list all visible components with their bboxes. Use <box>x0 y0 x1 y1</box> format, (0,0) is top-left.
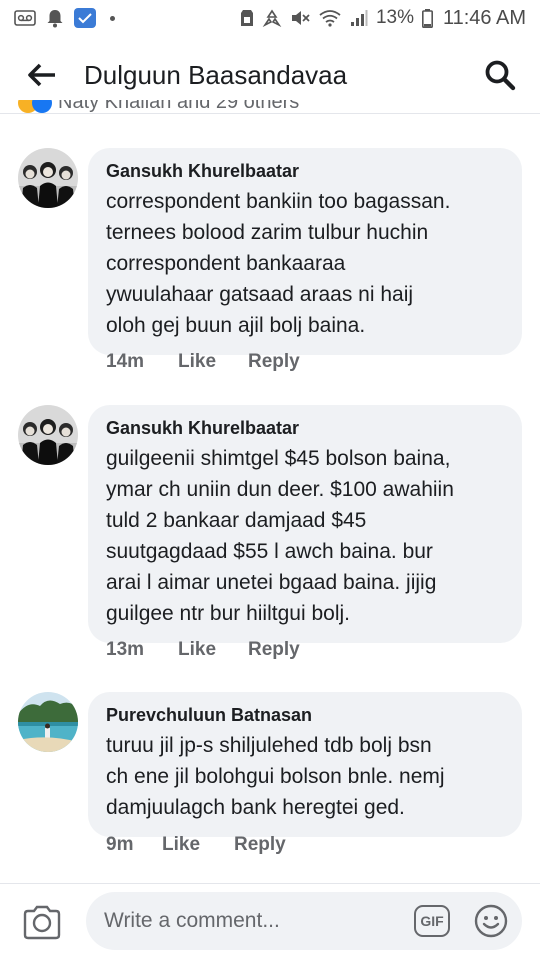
comment-text-line: ch ene jil bolohgui bolson bnle. nemj <box>106 765 445 788</box>
avatar[interactable] <box>18 405 78 465</box>
comment-text: turuu jil jp-s shiljulehed tdb bolj bsn … <box>106 730 504 823</box>
voicemail-icon <box>14 10 36 26</box>
comment-actions: 13m Like Reply <box>106 639 300 661</box>
comment-input[interactable] <box>86 892 522 950</box>
comment-text-line: guilgee ntr bur hiiltgui bolj. <box>106 602 350 625</box>
like-button[interactable]: Like <box>162 834 234 856</box>
comment-text-line: suutgagdaad $55 l awch baina. bur <box>106 540 433 563</box>
comment-text-line: tuld 2 bankaar damjaad $45 <box>106 509 367 532</box>
reply-button[interactable]: Reply <box>248 351 300 373</box>
comment-timestamp[interactable]: 14m <box>106 351 178 373</box>
reactions-summary-cut: Naty Khalian and 29 others <box>0 100 540 113</box>
comment-bubble[interactable]: Gansukh Khurelbaatar correspondent banki… <box>88 148 522 355</box>
comment-text-line: correspondent bankaaraa <box>106 252 346 275</box>
back-button[interactable] <box>24 57 60 93</box>
smiley-icon <box>474 904 508 938</box>
comment-actions: 9m Like Reply <box>106 834 286 856</box>
comment-item: Purevchuluun Batnasan turuu jil jp-s shi… <box>18 692 528 862</box>
like-button[interactable]: Like <box>178 639 248 661</box>
comment-text-line: correspondent bankiin too bagassan. <box>106 190 451 213</box>
facebook-app-icon <box>74 8 96 28</box>
search-icon <box>485 60 516 91</box>
avatar[interactable] <box>18 148 78 208</box>
comment-composer: GIF <box>0 884 540 960</box>
comment-text-line: ternees bolood zarim tulbur huchin <box>106 221 429 244</box>
recycle-icon <box>262 9 282 27</box>
comment-item: Gansukh Khurelbaatar correspondent banki… <box>18 148 528 384</box>
reply-button[interactable]: Reply <box>248 639 300 661</box>
like-reaction-icon <box>32 100 52 113</box>
comment-timestamp[interactable]: 13m <box>106 639 178 661</box>
battery-icon <box>421 8 433 28</box>
comment-text-line: arai l aimar unetei bgaad baina. jijig <box>106 571 437 594</box>
arrow-left-icon <box>28 63 55 87</box>
reply-button[interactable]: Reply <box>234 834 286 856</box>
search-button[interactable] <box>482 57 518 93</box>
page-title: Dulguun Baasandavaa <box>84 59 348 90</box>
status-bar: 13% 11:46 AM <box>0 0 540 36</box>
status-right-icons: 13% 11:46 AM <box>240 7 526 30</box>
clock: 11:46 AM <box>442 6 526 29</box>
comment-author[interactable]: Purevchuluun Batnasan <box>106 704 504 726</box>
notification-dot <box>110 15 115 21</box>
emoji-button[interactable] <box>474 904 508 938</box>
like-button[interactable]: Like <box>178 351 248 373</box>
notification-bell-icon <box>46 8 64 28</box>
signal-icon <box>350 9 368 27</box>
comment-text-line: guilgeenii shimtgel $45 bolson baina, <box>106 447 451 470</box>
comment-text-line: ymar ch uniin dun deer. $100 awahiin <box>106 478 454 501</box>
comment-text-line: turuu jil jp-s shiljulehed tdb bolj bsn <box>106 734 432 757</box>
comment-item: Gansukh Khurelbaatar guilgeenii shimtgel… <box>18 405 528 665</box>
comment-author[interactable]: Gansukh Khurelbaatar <box>106 417 504 439</box>
comment-text-line: damjuulagch bank heregtei ged. <box>106 796 405 819</box>
comment-timestamp[interactable]: 9m <box>106 834 162 856</box>
comment-author[interactable]: Gansukh Khurelbaatar <box>106 160 504 182</box>
comment-actions: 14m Like Reply <box>106 351 300 373</box>
storage-icon <box>240 9 254 27</box>
comment-text-line: ywuulahaar gatsaad araas ni haij <box>106 283 414 306</box>
comment-text-line: oloh gej buun ajil bolj baina. <box>106 314 366 337</box>
comment-bubble[interactable]: Gansukh Khurelbaatar guilgeenii shimtgel… <box>88 405 522 643</box>
header-divider <box>0 113 540 114</box>
camera-button[interactable] <box>22 902 62 942</box>
comment-bubble[interactable]: Purevchuluun Batnasan turuu jil jp-s shi… <box>88 692 522 837</box>
reactions-summary-text[interactable]: Naty Khalian and 29 others <box>58 100 299 113</box>
camera-icon <box>23 905 61 940</box>
comment-text: correspondent bankiin too bagassan. tern… <box>106 186 504 341</box>
comment-text: guilgeenii shimtgel $45 bolson baina, ym… <box>106 443 504 629</box>
wifi-icon <box>318 9 342 27</box>
status-left-icons <box>14 8 115 28</box>
avatar[interactable] <box>18 692 78 752</box>
mute-vibrate-icon <box>290 9 310 27</box>
gif-button[interactable]: GIF <box>414 905 450 937</box>
battery-percent: 13% <box>375 7 414 28</box>
